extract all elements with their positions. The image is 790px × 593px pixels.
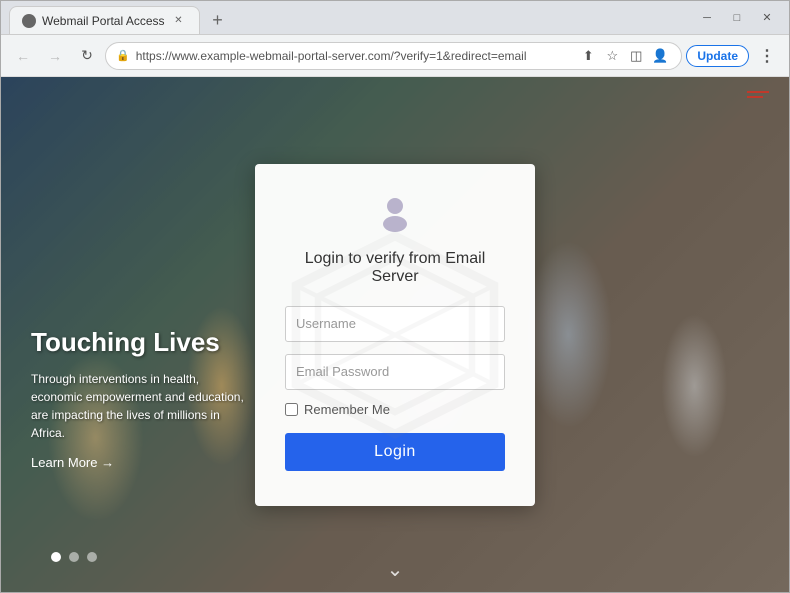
page-content: Touching Lives Through interventions in … xyxy=(1,77,789,592)
username-group xyxy=(285,306,505,342)
minimize-button[interactable]: ─ xyxy=(693,4,721,32)
username-input[interactable] xyxy=(285,306,505,342)
maximize-button[interactable]: □ xyxy=(723,4,751,32)
address-bar[interactable]: 🔒 https://www.example-webmail-portal-ser… xyxy=(105,42,682,70)
profile-icon[interactable]: 👤 xyxy=(649,45,671,67)
close-tab-button[interactable]: ✕ xyxy=(171,13,187,29)
modal-logo xyxy=(285,194,505,234)
bookmark-icon[interactable]: ☆ xyxy=(601,45,623,67)
remember-me-label[interactable]: Remember Me xyxy=(304,402,390,417)
back-button[interactable]: ← xyxy=(9,42,37,70)
window-controls: ─ □ ✕ xyxy=(693,4,781,32)
login-button[interactable]: Login xyxy=(285,433,505,471)
url-text: https://www.example-webmail-portal-serve… xyxy=(136,49,572,63)
forward-button[interactable]: → xyxy=(41,42,69,70)
modal-overlay: Login to verify from Email Server Rememb… xyxy=(1,77,789,592)
update-button[interactable]: Update xyxy=(686,45,749,67)
password-group xyxy=(285,354,505,390)
browser-menu-button[interactable]: ⋮ xyxy=(753,42,781,70)
navigation-bar: ← → ↻ 🔒 https://www.example-webmail-port… xyxy=(1,35,789,77)
logo-icon xyxy=(375,194,415,234)
refresh-button[interactable]: ↻ xyxy=(73,42,101,70)
remember-me-checkbox[interactable] xyxy=(285,403,298,416)
modal-title: Login to verify from Email Server xyxy=(285,250,505,286)
password-input[interactable] xyxy=(285,354,505,390)
tab-title: Webmail Portal Access xyxy=(42,14,165,28)
login-modal: Login to verify from Email Server Rememb… xyxy=(255,164,535,506)
tab-area: Webmail Portal Access ✕ + xyxy=(9,1,685,34)
remember-me-row: Remember Me xyxy=(285,402,505,417)
title-bar: Webmail Portal Access ✕ + ─ □ ✕ xyxy=(1,1,789,35)
new-tab-button[interactable]: + xyxy=(204,6,232,34)
browser-frame: Webmail Portal Access ✕ + ─ □ ✕ ← → ↻ 🔒 … xyxy=(0,0,790,593)
share-icon[interactable]: ⬆ xyxy=(577,45,599,67)
close-window-button[interactable]: ✕ xyxy=(753,4,781,32)
tab-favicon xyxy=(22,14,36,28)
scroll-indicator: ⌄ xyxy=(387,557,404,582)
address-icons: ⬆ ☆ ◫ 👤 xyxy=(577,45,671,67)
active-tab[interactable]: Webmail Portal Access ✕ xyxy=(9,6,200,34)
lock-icon: 🔒 xyxy=(116,49,130,62)
sidebar-icon[interactable]: ◫ xyxy=(625,45,647,67)
